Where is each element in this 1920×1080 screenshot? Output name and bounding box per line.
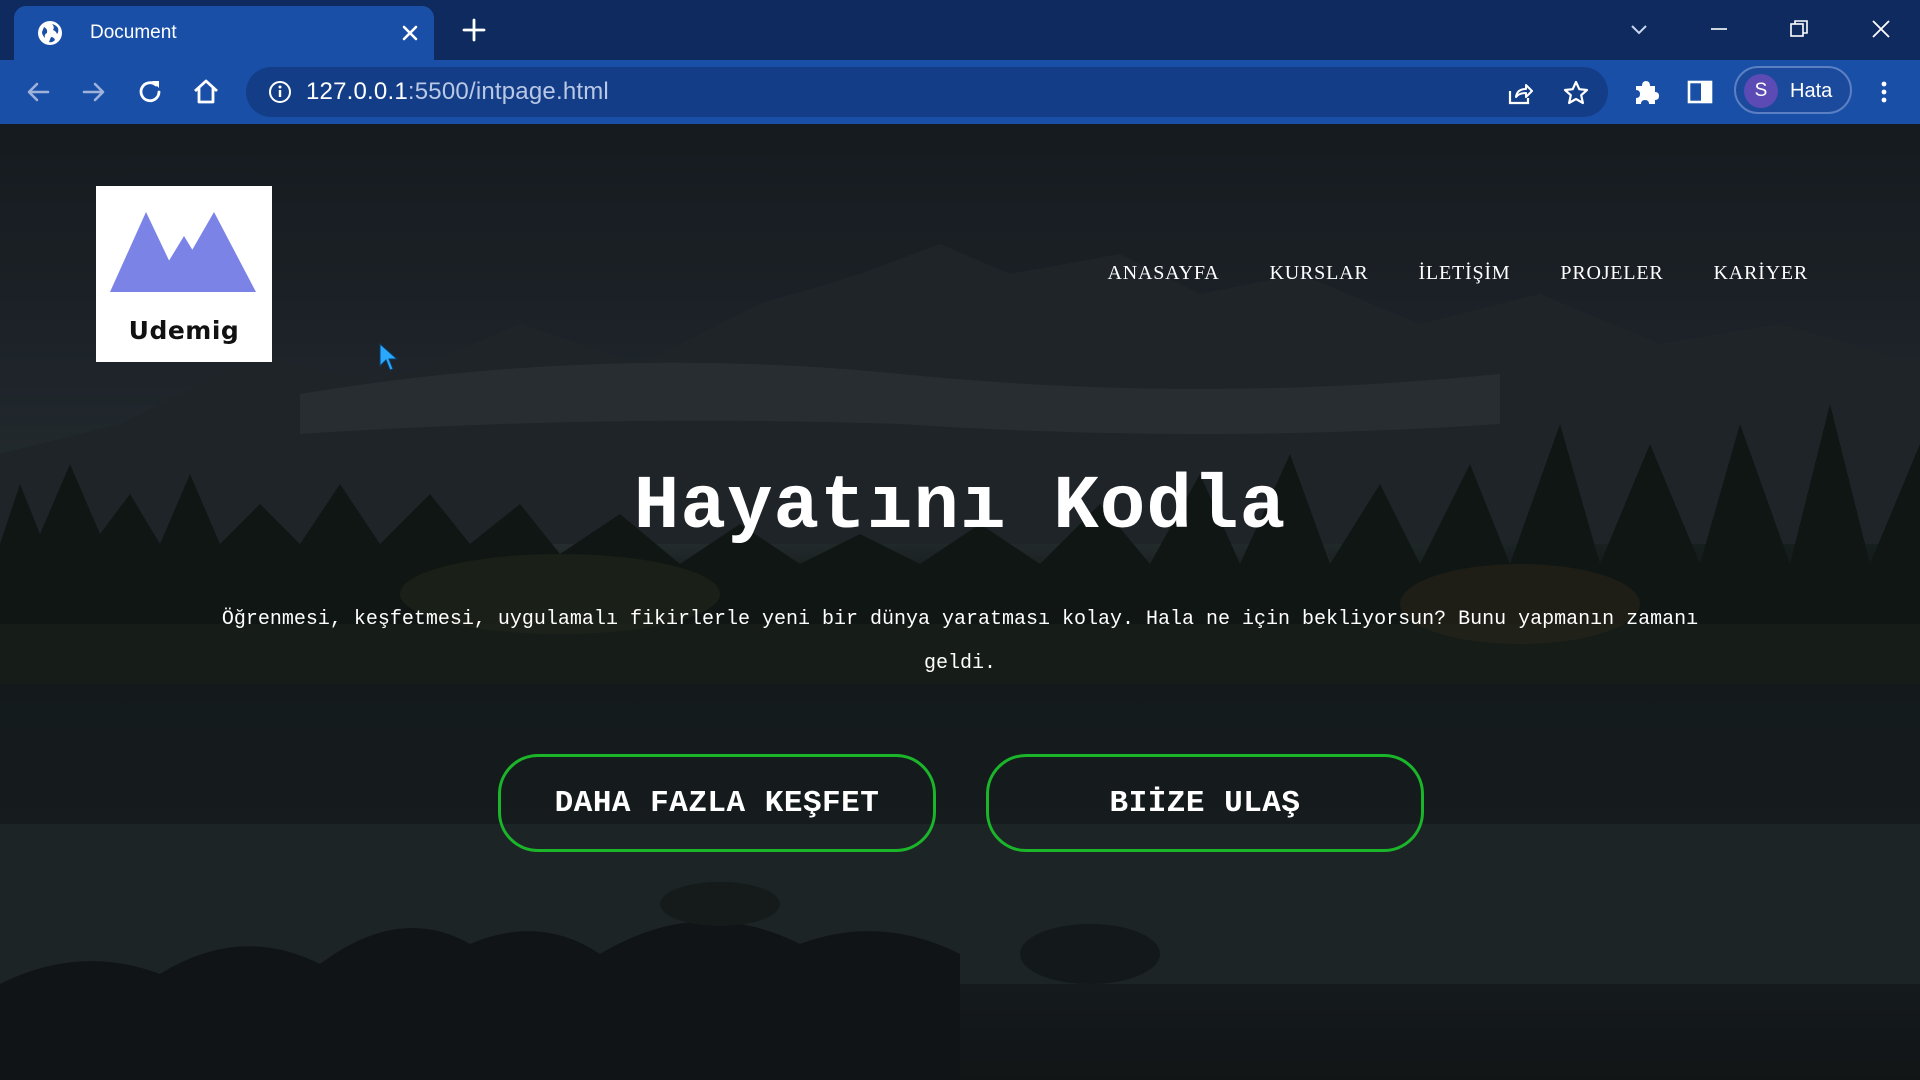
nav-item-projeler[interactable]: PROJELER bbox=[1560, 262, 1663, 285]
side-panel-icon[interactable] bbox=[1684, 76, 1716, 108]
explore-more-button[interactable]: DAHA FAZLA KEŞFET bbox=[498, 754, 936, 852]
tab-title: Document bbox=[90, 22, 177, 43]
nav-item-kurslar[interactable]: KURSLAR bbox=[1270, 262, 1369, 285]
info-icon[interactable] bbox=[268, 80, 292, 104]
contact-us-button[interactable]: BIİZE ULAŞ bbox=[986, 754, 1424, 852]
hero-subtitle: Öğrenmesi, keşfetmesi, uygulamalı fikirl… bbox=[221, 608, 1699, 675]
profile-button[interactable]: S Hata bbox=[1734, 66, 1852, 114]
arrow-left-icon[interactable] bbox=[22, 76, 54, 108]
logo-text: Udemig bbox=[128, 316, 240, 345]
web-page: Udemig ANASAYFA KURSLAR İLETİŞİM PROJELE… bbox=[0, 124, 1920, 1080]
url-text[interactable]: 127.0.0.1:5500/intpage.html bbox=[306, 78, 609, 106]
minimize-icon[interactable] bbox=[1704, 14, 1734, 44]
plus-icon[interactable] bbox=[460, 16, 488, 44]
browser-tab-strip: Document bbox=[0, 0, 1920, 60]
nav-item-kariyer[interactable]: KARİYER bbox=[1714, 262, 1809, 285]
star-icon[interactable] bbox=[1562, 79, 1590, 107]
mouse-cursor-icon bbox=[379, 342, 399, 371]
close-window-icon[interactable] bbox=[1866, 14, 1896, 44]
share-icon[interactable] bbox=[1506, 79, 1534, 107]
chevron-down-icon[interactable] bbox=[1624, 14, 1654, 44]
globe-icon bbox=[38, 21, 62, 45]
arrow-right-icon[interactable] bbox=[78, 76, 110, 108]
nav-item-anasayfa[interactable]: ANASAYFA bbox=[1108, 262, 1220, 285]
main-nav: ANASAYFA KURSLAR İLETİŞİM PROJELER KARİY… bbox=[1108, 262, 1808, 285]
reload-icon[interactable] bbox=[134, 76, 166, 108]
avatar: S bbox=[1744, 74, 1778, 108]
nav-item-iletisim[interactable]: İLETİŞİM bbox=[1418, 262, 1510, 285]
restore-icon[interactable] bbox=[1784, 14, 1814, 44]
site-logo[interactable]: Udemig bbox=[96, 186, 272, 362]
address-bar[interactable]: 127.0.0.1:5500/intpage.html bbox=[246, 67, 1608, 117]
profile-label: Hata bbox=[1790, 80, 1833, 102]
browser-toolbar: 127.0.0.1:5500/intpage.html S Hata bbox=[0, 60, 1920, 124]
kebab-menu-icon[interactable] bbox=[1868, 76, 1900, 108]
home-icon[interactable] bbox=[190, 76, 222, 108]
logo-mountains-mark bbox=[110, 212, 256, 292]
hero-title: Hayatını Kodla bbox=[633, 464, 1287, 550]
close-icon[interactable] bbox=[398, 21, 422, 45]
puzzle-icon[interactable] bbox=[1630, 76, 1662, 108]
active-tab[interactable]: Document bbox=[14, 6, 434, 60]
url-host: 127.0.0.1 bbox=[306, 78, 408, 105]
url-path: :5500/intpage.html bbox=[407, 78, 609, 105]
